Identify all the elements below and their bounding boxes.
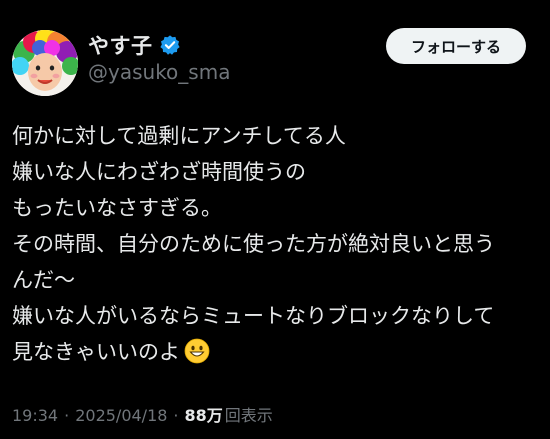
user-name-row: やす子 bbox=[88, 30, 181, 60]
grinning-face-emoji-icon bbox=[184, 338, 210, 364]
views-label: 回表示 bbox=[224, 406, 273, 425]
follow-button[interactable]: フォローする bbox=[386, 28, 526, 64]
tweet-line: その時間、自分のために使った方が絶対良いと思う bbox=[12, 232, 495, 256]
profile-avatar-rainbow-wig-icon bbox=[12, 30, 78, 96]
tweet-last-line: 見なきゃいいのよ bbox=[12, 334, 538, 370]
user-handle[interactable]: @yasuko_sma bbox=[88, 60, 230, 84]
avatar[interactable] bbox=[12, 30, 78, 96]
meta-separator: · bbox=[173, 406, 179, 425]
tweet-line: 嫌いな人がいるならミュートなりブロックなりして bbox=[12, 304, 495, 328]
tweet-text: 何かに対して過剰にアンチしてる人 嫌いな人にわざわざ時間使うの もったいなさすぎ… bbox=[12, 118, 538, 370]
post-time[interactable]: 19:34 bbox=[12, 406, 58, 425]
tweet-line: もったいなさすぎる。 bbox=[12, 196, 222, 220]
display-name[interactable]: やす子 bbox=[88, 30, 153, 60]
post-date[interactable]: 2025/04/18 bbox=[75, 406, 167, 425]
tweet-line: 何かに対して過剰にアンチしてる人 bbox=[12, 124, 346, 148]
views-count: 88万 bbox=[184, 406, 223, 425]
tweet-card: やす子 @yasuko_sma フォローする 何かに対して過剰にアンチしてる人 … bbox=[0, 0, 550, 439]
tweet-line: んだ〜 bbox=[12, 268, 75, 292]
tweet-meta: 19:34 · 2025/04/18 · 88万 回表示 bbox=[12, 402, 273, 426]
verified-badge-icon bbox=[159, 34, 181, 56]
tweet-line: 見なきゃいいのよ bbox=[12, 340, 180, 364]
tweet-line: 嫌いな人にわざわざ時間使うの bbox=[12, 160, 306, 184]
meta-separator: · bbox=[64, 406, 70, 425]
